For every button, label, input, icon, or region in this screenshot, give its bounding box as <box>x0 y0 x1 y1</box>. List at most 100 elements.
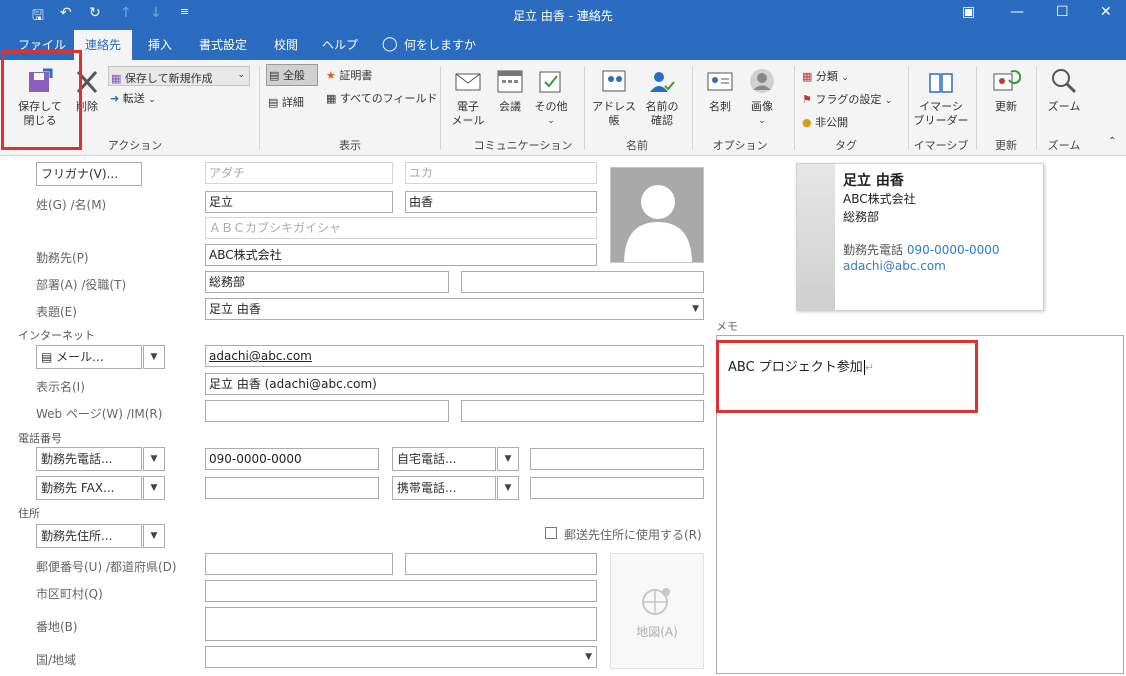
email-button[interactable]: 電子 メール <box>446 66 490 128</box>
contact-photo[interactable] <box>610 167 704 263</box>
group-label-names: 名前 <box>626 139 648 152</box>
card-name: 足立 由香 <box>843 173 904 189</box>
business-address-button[interactable]: 勤務先住所... <box>36 524 142 548</box>
home-phone-dropdown[interactable]: ▼ <box>497 447 519 471</box>
all-fields-button[interactable]: ▦ すべてのフィールド <box>326 90 437 106</box>
window-title: 足立 由香 - 連絡先 <box>513 9 613 23</box>
first-name-field[interactable]: 由香 <box>405 191 597 213</box>
minimize-icon[interactable]: — <box>1010 4 1024 20</box>
mailing-address-checkbox[interactable] <box>545 527 557 539</box>
business-fax-dropdown[interactable]: ▼ <box>143 476 165 500</box>
collapse-ribbon-icon[interactable]: ⌃ <box>1108 136 1116 147</box>
email-type-dropdown[interactable]: ▼ <box>143 345 165 369</box>
general-button[interactable]: ▤ 全般 <box>266 64 318 86</box>
file-as-select[interactable]: 足立 由香 ▼ <box>205 298 704 320</box>
company-field[interactable]: ABC株式会社 <box>205 244 597 266</box>
prefecture-field[interactable] <box>405 553 597 575</box>
tab-contact[interactable]: 連絡先 <box>74 30 132 60</box>
email-field[interactable]: adachi@abc.com <box>205 345 704 367</box>
ribbon-display-icon[interactable]: ▣ <box>962 4 975 20</box>
certificates-button[interactable]: ★ 証明書 <box>326 67 372 83</box>
display-name-field[interactable]: 足立 由香 (adachi@abc.com) <box>205 373 704 395</box>
home-phone-button[interactable]: 自宅電話... <box>392 447 496 471</box>
ribbon: 保存して 閉じる 削除 ▦ 保存して新規作成 ⌄ ➜ 転送 ⌄ アクション ▤ … <box>0 60 1126 156</box>
certificate-icon: ★ <box>326 69 336 82</box>
tell-me-box[interactable]: 何をしますか <box>404 30 480 60</box>
meeting-label: 会議 <box>499 100 521 113</box>
check-names-button[interactable]: 名前の 確認 <box>640 66 684 128</box>
department-field[interactable]: 総務部 <box>205 271 449 293</box>
internet-section-label: インターネット <box>18 329 95 342</box>
group-separator <box>1036 66 1037 150</box>
city-field[interactable] <box>205 580 597 602</box>
categorize-button[interactable]: ▦ 分類 ⌄ <box>802 68 849 84</box>
tab-format[interactable]: 書式設定 <box>190 30 256 60</box>
business-address-dropdown[interactable]: ▼ <box>143 524 165 548</box>
save-new-icon: ▦ <box>111 72 122 85</box>
business-phone-dropdown[interactable]: ▼ <box>143 447 165 471</box>
update-label: 更新 <box>995 100 1017 113</box>
card-phone-row: 勤務先電話 090-0000-0000 <box>843 241 1000 258</box>
private-label: 非公開 <box>815 116 849 129</box>
categorize-label: 分類 <box>815 70 838 83</box>
home-phone-field[interactable] <box>530 448 704 470</box>
business-card-label: 名刺 <box>709 100 731 113</box>
im-field[interactable] <box>461 400 704 422</box>
save-new-button[interactable]: ▦ 保存して新規作成 ⌄ <box>108 66 250 86</box>
company-furigana-field[interactable]: ＡＢＣカブシキガイシャ <box>205 217 597 239</box>
details-button[interactable]: ▤ 詳細 <box>268 94 304 110</box>
business-fax-button[interactable]: 勤務先 FAX... <box>36 476 142 500</box>
country-select[interactable]: ▼ <box>205 646 597 668</box>
follow-up-label: フラグの設定 <box>815 93 882 106</box>
group-label-communicate: コミュニケーション <box>473 139 573 152</box>
update-button[interactable]: 更新 <box>982 66 1030 114</box>
business-card-button[interactable]: 名刺 <box>700 66 740 114</box>
group-separator <box>440 66 441 150</box>
mobile-phone-button[interactable]: 携帯電話... <box>392 476 496 500</box>
business-fax-field[interactable] <box>205 477 379 499</box>
group-separator <box>259 66 260 150</box>
chevron-down-icon: ▼ <box>504 483 512 493</box>
email-type-button[interactable]: ▤ メール... <box>36 345 142 369</box>
tab-insert[interactable]: 挿入 <box>138 30 182 60</box>
certificates-label: 証明書 <box>339 69 373 82</box>
picture-button[interactable]: 画像 ⌄ <box>742 66 782 128</box>
zoom-button[interactable]: ズーム <box>1040 66 1088 114</box>
picture-label: 画像 <box>751 100 773 113</box>
street-field[interactable] <box>205 607 597 641</box>
general-icon: ▤ <box>269 69 280 82</box>
private-button[interactable]: ● 非公開 <box>802 114 848 130</box>
group-label-options: オプション <box>712 139 768 152</box>
furigana-button[interactable]: フリガナ(V)... <box>36 162 142 186</box>
zip-field[interactable] <box>205 553 393 575</box>
job-title-field[interactable] <box>461 271 704 293</box>
web-page-field[interactable] <box>205 400 449 422</box>
tab-help[interactable]: ヘルプ <box>316 30 364 60</box>
furigana-last-field[interactable]: アダチ <box>205 162 393 184</box>
card-side-band <box>797 164 835 310</box>
immersive-reader-button[interactable]: イマーシ ブリーダー <box>912 66 970 128</box>
business-card-preview[interactable]: 足立 由香 ABC株式会社 総務部 勤務先電話 090-0000-0000 ad… <box>796 163 1044 311</box>
map-button[interactable]: 地図(A) <box>610 553 704 669</box>
last-name-field[interactable]: 足立 <box>205 191 393 213</box>
maximize-icon[interactable]: ☐ <box>1056 4 1069 20</box>
more-button[interactable]: その他 ⌄ <box>532 66 570 128</box>
card-phone-label: 勤務先電話 <box>843 243 904 257</box>
address-section-label: 住所 <box>18 507 40 520</box>
follow-up-button[interactable]: ⚑ フラグの設定 ⌄ <box>802 91 892 107</box>
business-phone-button[interactable]: 勤務先電話... <box>36 447 142 471</box>
file-as-label: 表題(E) <box>36 305 77 319</box>
magnifier-icon <box>1052 69 1077 94</box>
furigana-first-field[interactable]: ユカ <box>405 162 597 184</box>
meeting-button[interactable]: 会議 <box>492 66 528 114</box>
chevron-down-icon: ⌄ <box>884 96 893 106</box>
mobile-phone-dropdown[interactable]: ▼ <box>497 476 519 500</box>
mobile-phone-field[interactable] <box>530 477 704 499</box>
close-icon[interactable]: ✕ <box>1100 4 1112 20</box>
chevron-down-icon[interactable]: ⌄ <box>237 70 245 80</box>
tab-review[interactable]: 校閲 <box>262 30 310 60</box>
name-label: 姓(G) /名(M) <box>36 198 107 212</box>
business-phone-field[interactable]: 090-0000-0000 <box>205 448 379 470</box>
forward-button[interactable]: ➜ 転送 ⌄ <box>110 90 156 106</box>
address-book-button[interactable]: アドレス帳 <box>590 66 638 128</box>
